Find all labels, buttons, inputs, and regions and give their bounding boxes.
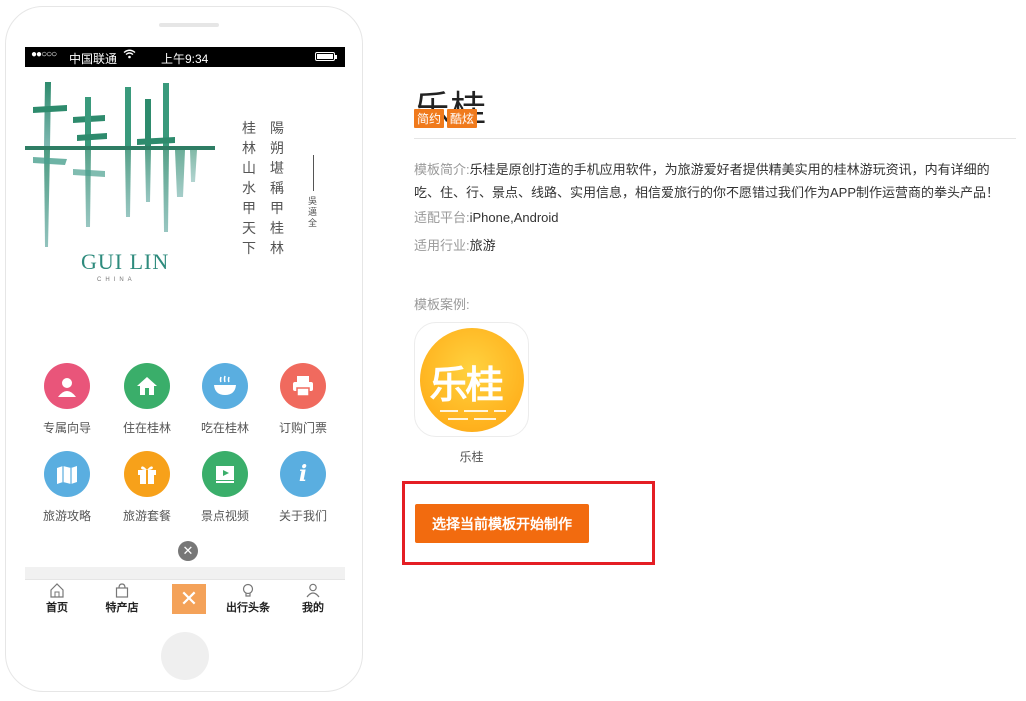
phone-screen: ●●○○○ 中国联通 上午9:34 GUI LIN CHINA 陽朔堪稱甲桂林 … — [25, 47, 345, 615]
close-icon[interactable]: ✕ — [178, 541, 198, 561]
poem-author: 吳邁全 — [308, 197, 318, 229]
bulb-icon — [218, 583, 278, 599]
menu-item-label: 旅游攻略 — [42, 509, 91, 523]
signal-indicator: ●●○○○ — [31, 49, 57, 60]
platform-key: 适配平台: — [414, 210, 470, 225]
logo-decoration — [463, 409, 488, 412]
menu-item-label: 吃在桂林 — [200, 421, 249, 435]
phone-speaker — [159, 23, 219, 27]
logo-subtext: CHINA — [97, 277, 136, 283]
industry-info: 适用行业:旅游 — [414, 234, 496, 257]
tab-mine[interactable]: 我的 — [283, 583, 343, 615]
platform-info: 适配平台:iPhone,Android — [414, 206, 559, 229]
case-app-icon[interactable]: 乐桂 — [414, 322, 529, 437]
house-icon — [124, 363, 170, 409]
start-making-button[interactable]: 选择当前模板开始制作 — [415, 504, 589, 543]
tag-badge: 简约 — [414, 109, 445, 128]
home-icon — [27, 583, 87, 599]
carrier-name: 中国联通 — [69, 52, 118, 66]
menu-item-tickets[interactable]: 订购门票 — [263, 363, 343, 436]
tag-list: 简约 酷炫 — [414, 109, 480, 128]
industry-value: 旅游 — [469, 238, 496, 253]
wifi-icon — [123, 49, 136, 62]
description-value: 乐桂是原创打造的手机应用软件，为旅游爱好者提供精美实用的桂林游玩资讯，内有详细的… — [414, 162, 1000, 200]
person-icon — [44, 363, 90, 409]
bottom-tab-bar: 首页 特产店 ✕ 出行头条 我的 — [25, 579, 345, 615]
status-time: 上午9:34 — [161, 52, 209, 66]
battery-icon — [315, 52, 337, 61]
tab-label: 首页 — [46, 602, 68, 614]
phone-mockup: ●●○○○ 中国联通 上午9:34 GUI LIN CHINA 陽朔堪稱甲桂林 … — [5, 6, 363, 692]
tab-shop[interactable]: 特产店 — [92, 583, 152, 615]
menu-item-guide[interactable]: 专属向导 — [27, 363, 107, 436]
menu-item-videos[interactable]: 景点视频 — [185, 451, 265, 524]
menu-item-stay[interactable]: 住在桂林 — [107, 363, 187, 436]
tab-home[interactable]: 首页 — [27, 583, 87, 615]
tab-label: 特产店 — [105, 602, 139, 614]
menu-item-label: 关于我们 — [278, 509, 327, 523]
menu-item-eat[interactable]: 吃在桂林 — [185, 363, 265, 436]
menu-item-about[interactable]: i 关于我们 — [263, 451, 343, 524]
poem-column-2: 桂林山水甲天下 — [242, 121, 256, 257]
menu-item-strategy[interactable]: 旅游攻略 — [27, 451, 107, 524]
poem-divider — [313, 155, 314, 191]
app-logo-text: 乐桂 — [429, 364, 504, 407]
video-icon — [202, 451, 248, 497]
tab-label: 出行头条 — [226, 602, 270, 614]
map-book-icon — [44, 451, 90, 497]
guilin-banner: GUI LIN CHINA 陽朔堪稱甲桂林 桂林山水甲天下 吳邁全 — [25, 67, 345, 327]
gift-icon — [124, 451, 170, 497]
menu-item-label: 景点视频 — [200, 509, 249, 523]
ticket-printer-icon — [280, 363, 326, 409]
tag-badge: 酷炫 — [447, 109, 478, 128]
close-menu-button[interactable]: ✕ — [172, 584, 206, 614]
menu-item-label: 住在桂林 — [122, 421, 171, 435]
logo-decoration — [493, 409, 506, 412]
bowl-icon — [202, 363, 248, 409]
app-logo-icon: 乐桂 — [419, 327, 524, 432]
divider — [414, 138, 1016, 139]
menu-item-packages[interactable]: 旅游套餐 — [107, 451, 187, 524]
popup-edge — [25, 567, 345, 579]
logo-decoration — [473, 417, 496, 420]
logo-text: GUI LIN — [81, 249, 170, 274]
phone-home-button — [161, 632, 209, 680]
description-key: 模板简介: — [414, 162, 470, 177]
industry-key: 适用行业: — [414, 238, 470, 253]
tab-label: 我的 — [302, 602, 324, 614]
user-icon — [283, 583, 343, 599]
status-bar: ●●○○○ 中国联通 上午9:34 — [25, 47, 345, 67]
tab-travel-news[interactable]: 出行头条 — [218, 583, 278, 615]
case-app-name: 乐桂 — [459, 450, 484, 464]
bag-icon — [92, 583, 152, 599]
guilin-calligraphy-logo — [25, 82, 215, 247]
menu-item-label: 订购门票 — [278, 421, 327, 435]
platform-value: iPhone,Android — [469, 210, 559, 225]
logo-decoration — [439, 409, 458, 412]
template-description: 模板简介:乐桂是原创打造的手机应用软件，为旅游爱好者提供精美实用的桂林游玩资讯，… — [414, 158, 1004, 204]
menu-item-label: 旅游套餐 — [122, 509, 171, 523]
info-icon: i — [280, 451, 326, 497]
logo-decoration — [447, 417, 468, 420]
cases-label: 模板案例: — [414, 297, 470, 312]
menu-item-label: 专属向导 — [42, 421, 91, 435]
poem-column-1: 陽朔堪稱甲桂林 — [270, 121, 284, 257]
